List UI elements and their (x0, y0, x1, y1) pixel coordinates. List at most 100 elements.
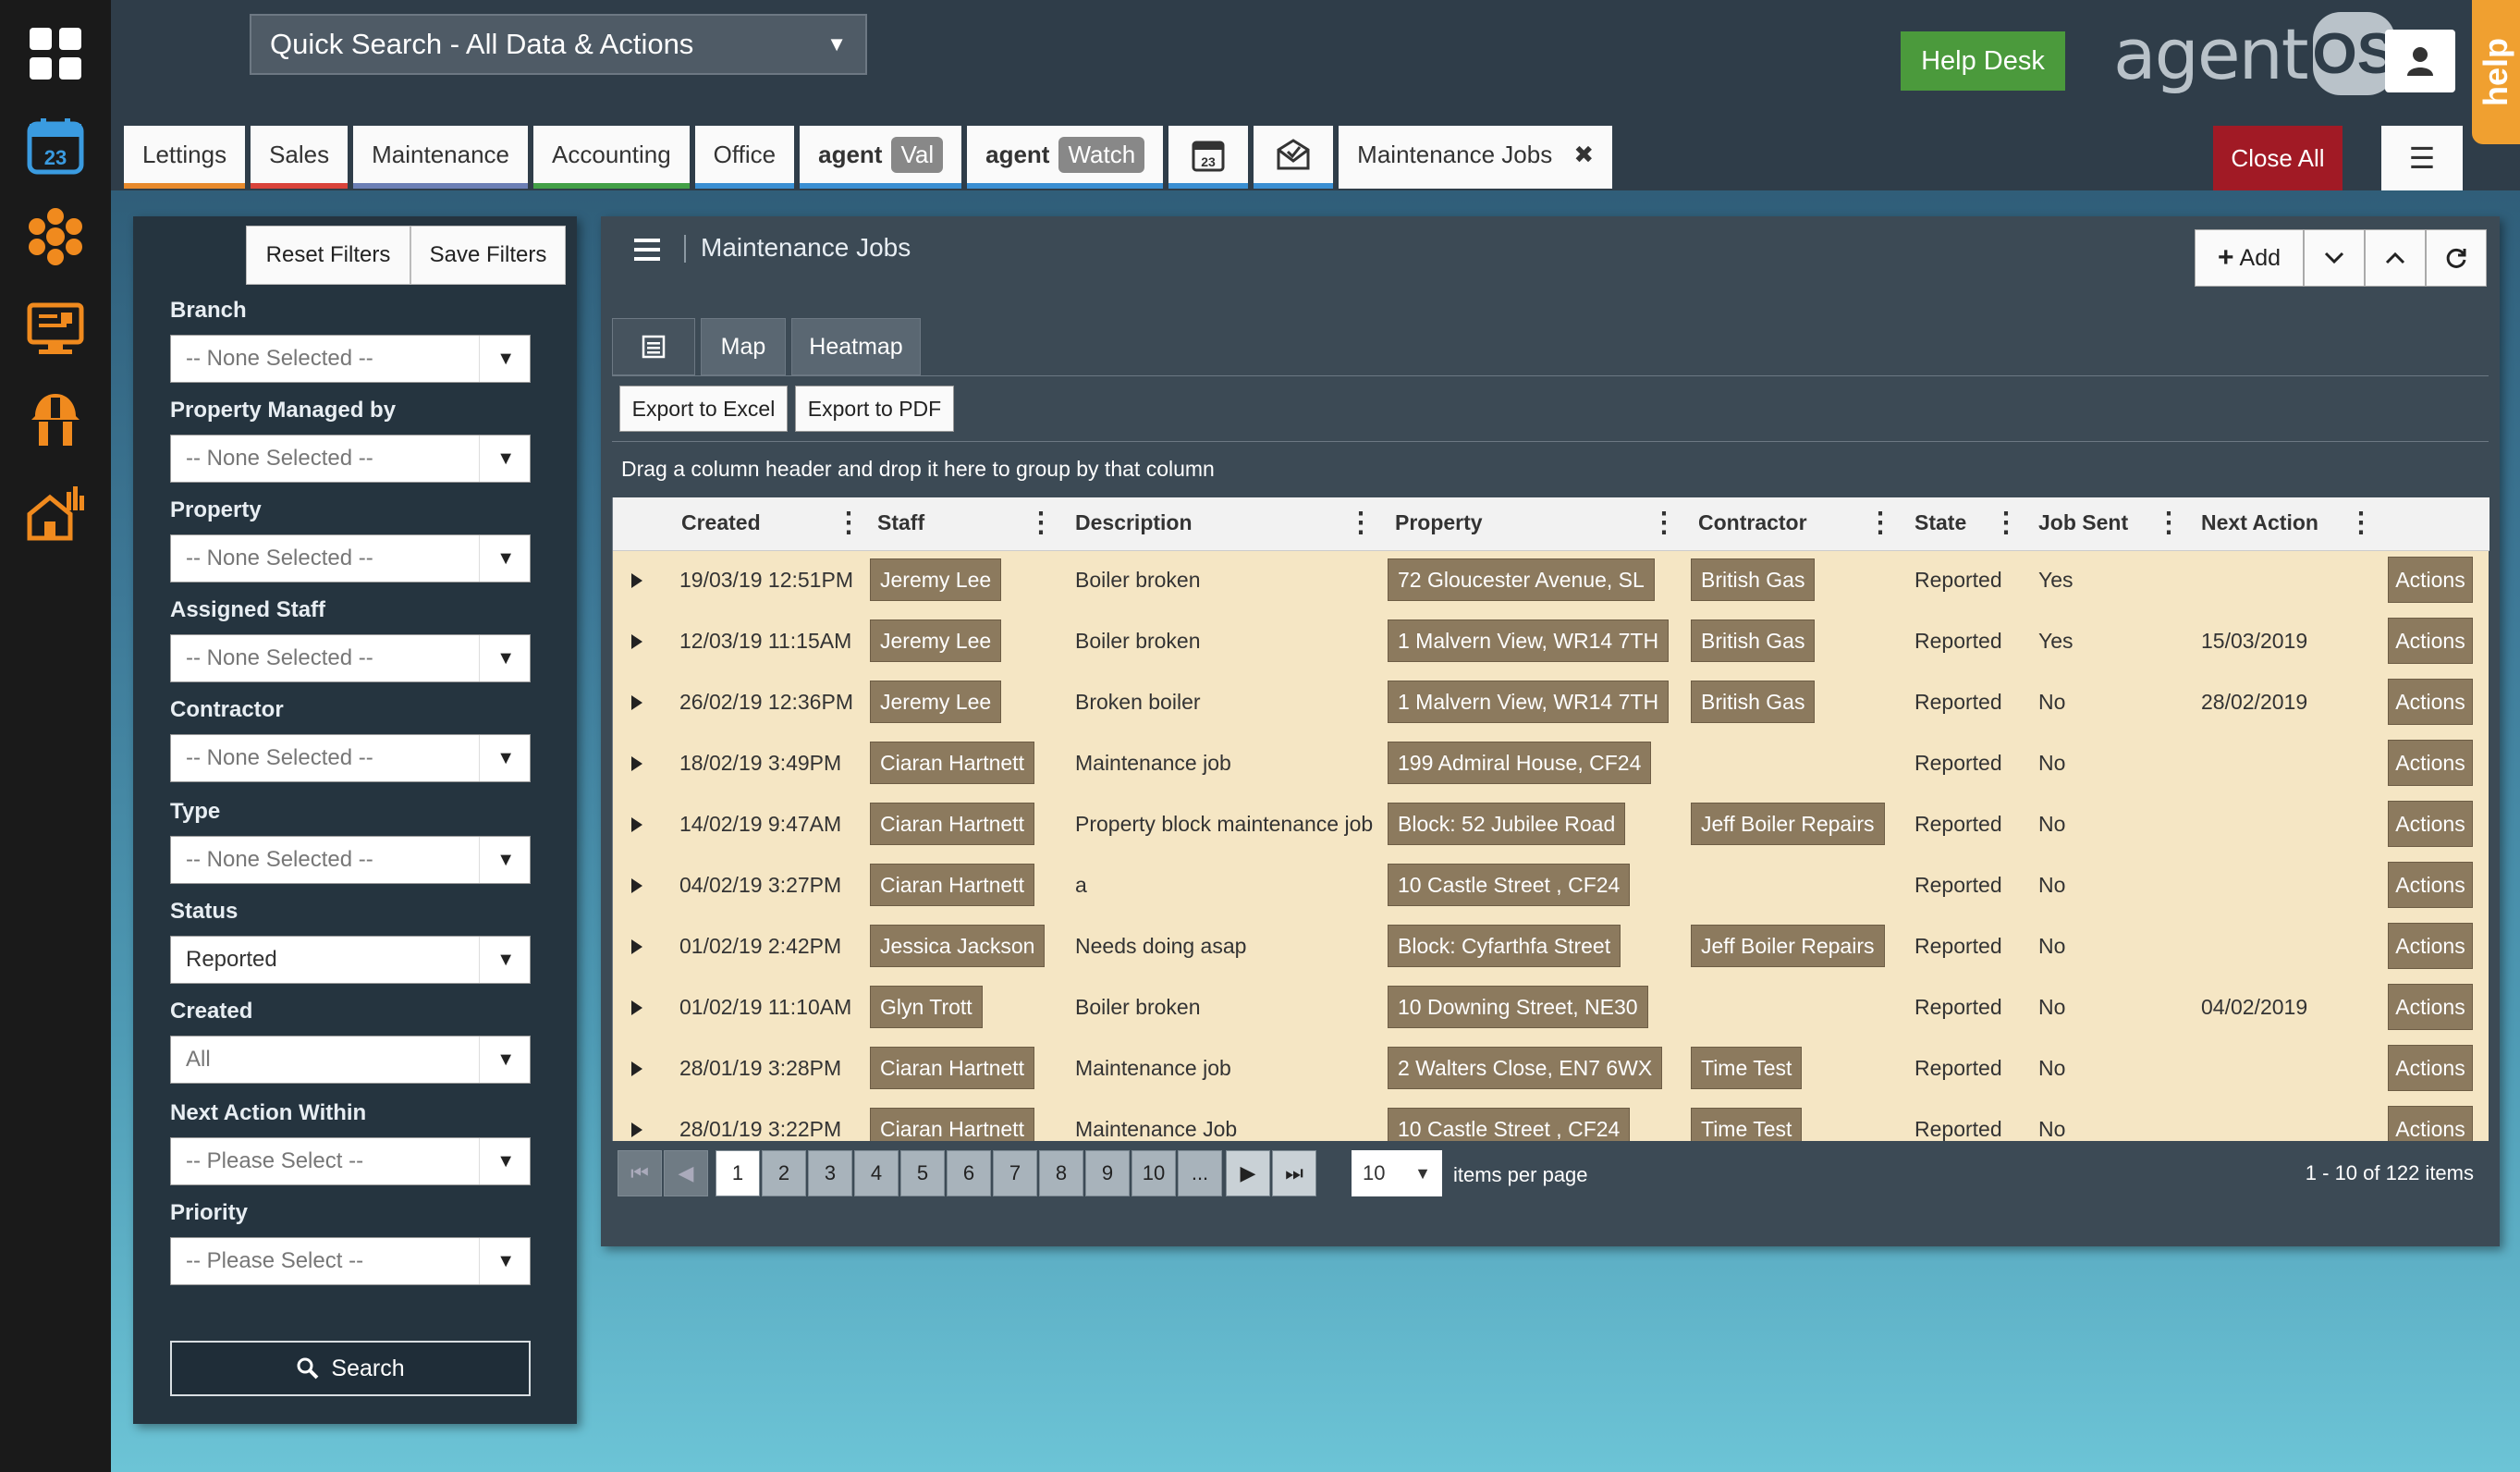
property-chip[interactable]: 10 Castle Street , CF24 (1388, 864, 1631, 906)
calendar-icon[interactable]: 23 (24, 115, 87, 178)
actions-button[interactable]: Actions (2388, 801, 2473, 847)
column-header-created[interactable]: Created (681, 510, 761, 535)
column-menu-icon[interactable]: ⋮ (1650, 507, 1678, 539)
export-pdf-button[interactable]: Export to PDF (795, 386, 954, 432)
expand-row-icon[interactable] (631, 573, 642, 588)
property-chip[interactable]: 1 Malvern View, WR14 7TH (1388, 619, 1670, 662)
expand-row-icon[interactable] (631, 817, 642, 832)
staff-chip[interactable]: Jeremy Lee (870, 558, 1002, 601)
tab-office[interactable]: Office (694, 126, 795, 189)
type-select[interactable]: -- None Selected -- ▼ (170, 836, 531, 884)
page-number-button[interactable]: 9 (1085, 1150, 1130, 1196)
expand-row-icon[interactable] (631, 1061, 642, 1076)
page-number-button[interactable]: 4 (854, 1150, 899, 1196)
user-account-button[interactable] (2385, 30, 2455, 92)
tab-maintenance[interactable]: Maintenance (353, 126, 529, 189)
status-select[interactable]: Reported ▼ (170, 936, 531, 984)
actions-button[interactable]: Actions (2388, 862, 2473, 908)
page-number-button[interactable]: 1 (716, 1150, 760, 1196)
property-chip[interactable]: Block: 52 Jubilee Road (1388, 803, 1626, 845)
accounting-monitor-icon[interactable] (24, 298, 87, 361)
last-page-icon[interactable]: ⏭ (1272, 1150, 1316, 1196)
tab-mail[interactable] (1254, 126, 1334, 189)
property-select[interactable]: -- None Selected -- ▼ (170, 534, 531, 583)
column-menu-icon[interactable]: ⋮ (835, 507, 862, 539)
staff-chip[interactable]: Jeremy Lee (870, 681, 1002, 723)
refresh-button[interactable] (2426, 229, 2487, 287)
tab-sales[interactable]: Sales (251, 126, 349, 189)
tab-lettings[interactable]: Lettings (124, 126, 246, 189)
staff-chip[interactable]: Glyn Trott (870, 986, 983, 1028)
first-page-icon[interactable]: ⏮ (618, 1150, 662, 1196)
hamburger-menu-icon[interactable]: ☰ (2381, 126, 2463, 190)
table-row[interactable]: 14/02/19 9:47AM Ciaran Hartnett Property b… (613, 795, 2489, 856)
close-all-button[interactable]: Close All (2213, 126, 2343, 190)
tab-accounting[interactable]: Accounting (533, 126, 690, 189)
page-number-button[interactable]: 10 (1132, 1150, 1176, 1196)
column-header-job-sent[interactable]: Job Sent (2038, 510, 2128, 535)
prev-page-icon[interactable]: ◀ (664, 1150, 708, 1196)
expand-row-icon[interactable] (631, 634, 642, 649)
save-filters-button[interactable]: Save Filters (410, 226, 566, 285)
property-chip[interactable]: 199 Admiral House, CF24 (1388, 742, 1652, 784)
dashboard-grid-icon[interactable] (24, 22, 87, 85)
page-number-button[interactable]: 7 (993, 1150, 1037, 1196)
page-number-button[interactable]: 3 (808, 1150, 852, 1196)
contractor-chip[interactable]: British Gas (1691, 619, 1816, 662)
actions-button[interactable]: Actions (2388, 618, 2473, 664)
tab-agent-val[interactable]: agent Val (800, 126, 962, 189)
column-menu-icon[interactable]: ⋮ (1992, 507, 2020, 539)
table-row[interactable]: 01/02/19 11:10AM Glyn Trott Boiler broken 1… (613, 978, 2489, 1039)
property-chip[interactable]: 72 Gloucester Avenue, SL (1388, 558, 1655, 601)
column-header-contractor[interactable]: Contractor (1698, 510, 1807, 535)
expand-row-icon[interactable] (631, 878, 642, 893)
contractor-chip[interactable]: Time Test (1691, 1047, 1803, 1089)
actions-button[interactable]: Actions (2388, 984, 2473, 1030)
items-per-page-select[interactable]: 10 ▼ (1352, 1150, 1442, 1196)
quick-search-dropdown[interactable]: Quick Search - All Data & Actions ▼ (250, 14, 867, 75)
property-chip[interactable]: 1 Malvern View, WR14 7TH (1388, 681, 1670, 723)
staff-chip[interactable]: Jessica Jackson (870, 925, 1046, 967)
column-menu-icon[interactable]: ⋮ (2155, 507, 2183, 539)
expand-row-icon[interactable] (631, 756, 642, 771)
staff-chip[interactable]: Ciaran Hartnett (870, 864, 1034, 906)
column-header-description[interactable]: Description (1075, 510, 1193, 535)
expand-up-button[interactable] (2365, 229, 2426, 287)
tab-agent-watch[interactable]: agent Watch (967, 126, 1164, 189)
column-header-state[interactable]: State (1914, 510, 1966, 535)
export-excel-button[interactable]: Export to Excel (619, 386, 788, 432)
contractor-chip[interactable]: British Gas (1691, 558, 1816, 601)
column-menu-icon[interactable]: ⋮ (1027, 507, 1055, 539)
expand-row-icon[interactable] (631, 1000, 642, 1015)
group-drop-zone[interactable]: Drag a column header and drop it here to… (612, 442, 2489, 497)
staff-chip[interactable]: Ciaran Hartnett (870, 1047, 1034, 1089)
expand-row-icon[interactable] (631, 1122, 642, 1137)
branch-select[interactable]: -- None Selected -- ▼ (170, 335, 531, 383)
contractor-chip[interactable]: Jeff Boiler Repairs (1691, 803, 1885, 845)
expand-row-icon[interactable] (631, 695, 642, 710)
reset-filters-button[interactable]: Reset Filters (246, 226, 410, 285)
page-number-button[interactable]: 5 (900, 1150, 945, 1196)
property-chip[interactable]: 10 Downing Street, NE30 (1388, 986, 1648, 1028)
priority-select[interactable]: -- Please Select -- ▼ (170, 1237, 531, 1285)
tab-heatmap[interactable]: Heatmap (791, 318, 921, 375)
page-number-button[interactable]: ... (1178, 1150, 1222, 1196)
table-row[interactable]: 04/02/19 3:27PM Ciaran Hartnett a 10 Castle… (613, 856, 2489, 917)
help-desk-button[interactable]: Help Desk (1901, 31, 2065, 91)
tab-calendar[interactable]: 23 (1168, 126, 1249, 189)
actions-button[interactable]: Actions (2388, 679, 2473, 725)
actions-button[interactable]: Actions (2388, 1045, 2473, 1091)
property-chip[interactable]: 2 Walters Close, EN7 6WX (1388, 1047, 1663, 1089)
actions-button[interactable]: Actions (2388, 740, 2473, 786)
help-side-tab[interactable]: help (2472, 0, 2520, 144)
collapse-down-button[interactable] (2304, 229, 2365, 287)
table-row[interactable]: 26/02/19 12:36PM Jeremy Lee Broken boiler 1… (613, 673, 2489, 734)
property-managed-by-select[interactable]: -- None Selected -- ▼ (170, 435, 531, 483)
table-row[interactable]: 19/03/19 12:51PM Jeremy Lee Boiler broken 7… (613, 551, 2489, 612)
actions-button[interactable]: Actions (2388, 923, 2473, 969)
column-header-staff[interactable]: Staff (877, 510, 924, 535)
next-page-icon[interactable]: ▶ (1226, 1150, 1270, 1196)
property-chip[interactable]: Block: Cyfarthfa Street (1388, 925, 1621, 967)
column-menu-icon[interactable]: ⋮ (1347, 507, 1375, 539)
staff-chip[interactable]: Ciaran Hartnett (870, 803, 1034, 845)
